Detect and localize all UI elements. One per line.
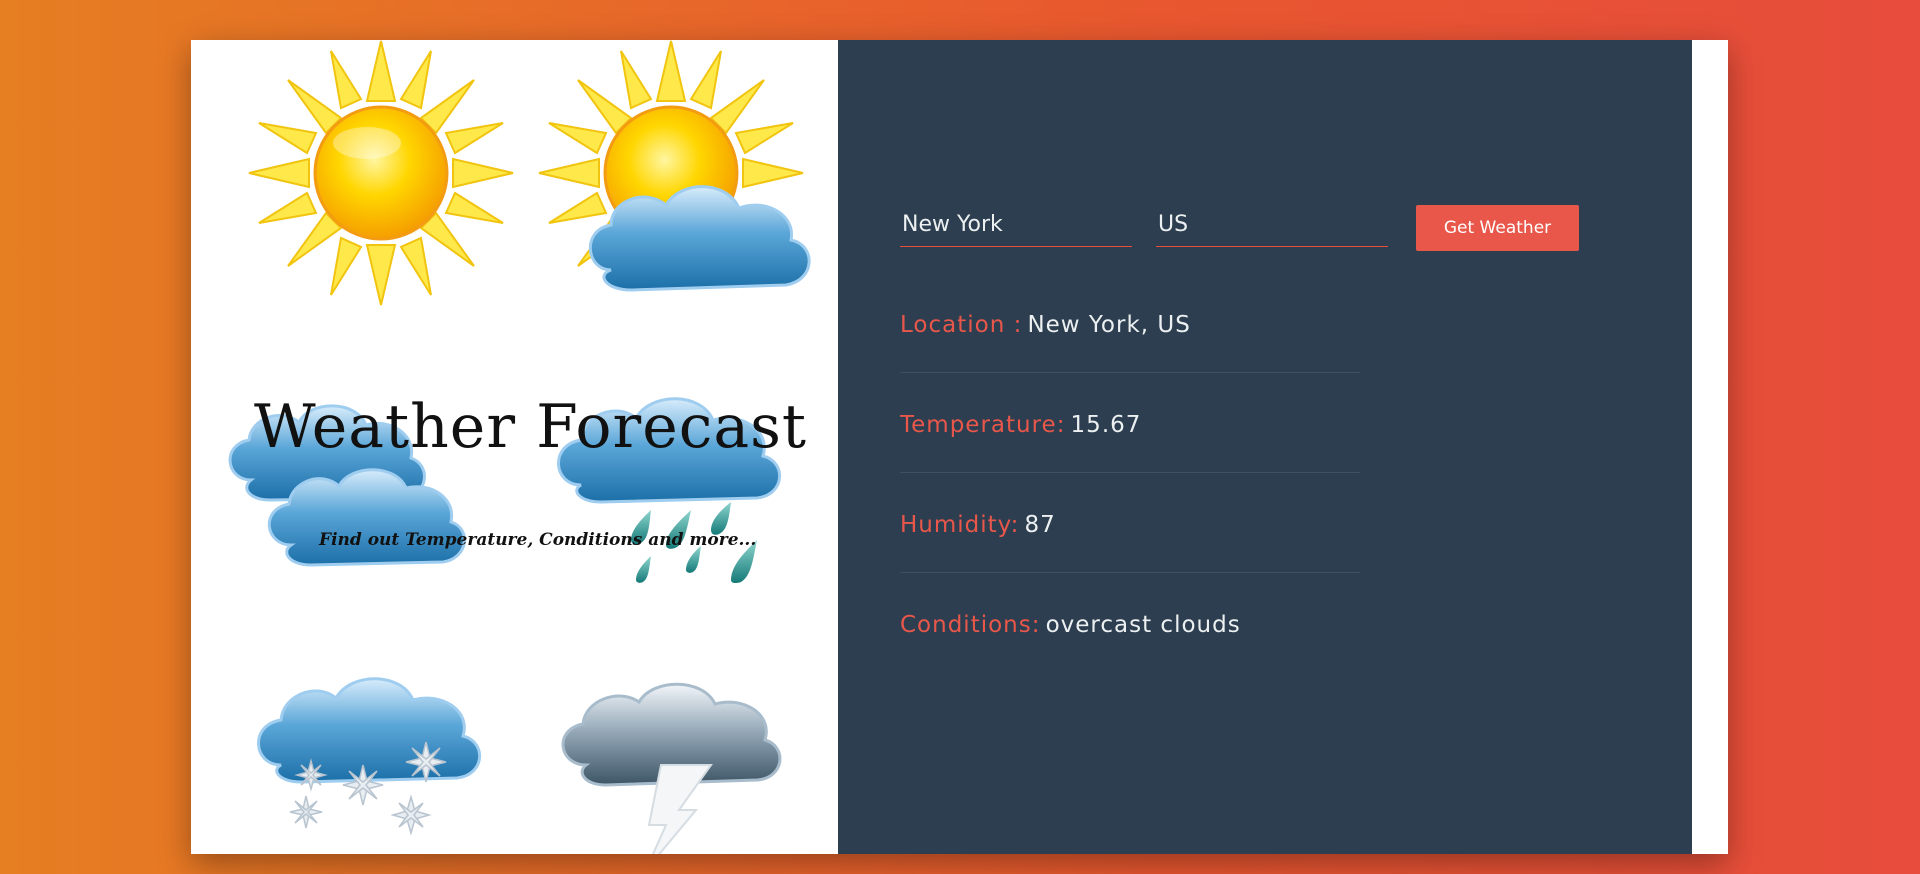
weather-panel: Get Weather Location : New York, US Temp… [838,40,1692,854]
conditions-label: Conditions: [900,612,1041,638]
hero-title-block: Weather Forecast Find out Temperature, C… [191,40,838,854]
location-value: New York, US [1027,312,1191,338]
country-input[interactable] [1156,203,1388,247]
humidity-row: Humidity: 87 [900,512,1360,573]
humidity-label: Humidity: [900,512,1020,538]
temperature-value: 15.67 [1070,412,1142,438]
hero-panel: Weather Forecast Find out Temperature, C… [191,40,838,854]
conditions-value: overcast clouds [1045,612,1241,638]
page-subtitle: Find out Temperature, Conditions and mor… [319,530,757,550]
temperature-label: Temperature: [900,412,1066,438]
page-title: Weather Forecast [254,392,808,462]
conditions-row: Conditions: overcast clouds [900,612,1360,672]
weather-card: Weather Forecast Find out Temperature, C… [191,40,1728,854]
humidity-value: 87 [1024,512,1056,538]
temperature-row: Temperature: 15.67 [900,412,1360,473]
get-weather-button[interactable]: Get Weather [1416,205,1579,251]
location-row: Location : New York, US [900,312,1360,373]
city-input[interactable] [900,203,1132,247]
location-label: Location : [900,312,1023,338]
